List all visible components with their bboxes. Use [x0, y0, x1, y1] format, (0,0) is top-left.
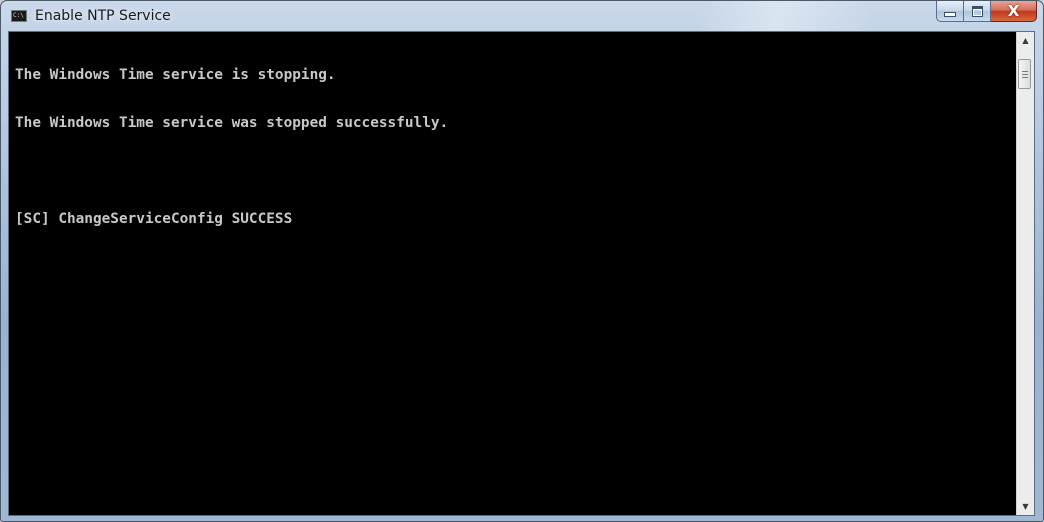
scroll-down-icon: ▼ — [1022, 502, 1029, 511]
cmd-icon[interactable]: C:\ — [11, 10, 27, 22]
scroll-up-icon: ▲ — [1022, 36, 1029, 45]
close-button[interactable]: X — [991, 1, 1037, 22]
console-line: The Windows Time service was stopped suc… — [15, 115, 449, 131]
console-line: The Windows Time service is stopping. — [15, 67, 336, 83]
close-icon: X — [1007, 1, 1020, 20]
maximize-icon — [971, 5, 983, 17]
title-bar[interactable]: C:\ Enable NTP Service X — [1, 1, 1043, 31]
console-output: The Windows Time service is stopping. Th… — [15, 35, 1010, 259]
scroll-up-button[interactable]: ▲ — [1017, 32, 1034, 49]
window-title: Enable NTP Service — [35, 8, 171, 24]
thumb-grip-icon — [1022, 77, 1028, 78]
vertical-scrollbar[interactable]: ▲ ▼ — [1016, 32, 1034, 515]
scroll-down-button[interactable]: ▼ — [1017, 498, 1034, 515]
thumb-grip-icon — [1022, 71, 1028, 72]
console-line: [SC] ChangeServiceConfig SUCCESS — [15, 211, 293, 227]
maximize-button[interactable] — [964, 1, 991, 22]
window-controls: X — [936, 1, 1037, 23]
console-window: C:\ Enable NTP Service X The Windows Tim… — [0, 0, 1044, 522]
console-output-area[interactable]: The Windows Time service is stopping. Th… — [8, 31, 1035, 516]
scrollbar-thumb[interactable] — [1018, 59, 1031, 89]
thumb-grip-icon — [1022, 74, 1028, 75]
minimize-button[interactable] — [936, 1, 964, 22]
minimize-icon — [944, 12, 956, 17]
